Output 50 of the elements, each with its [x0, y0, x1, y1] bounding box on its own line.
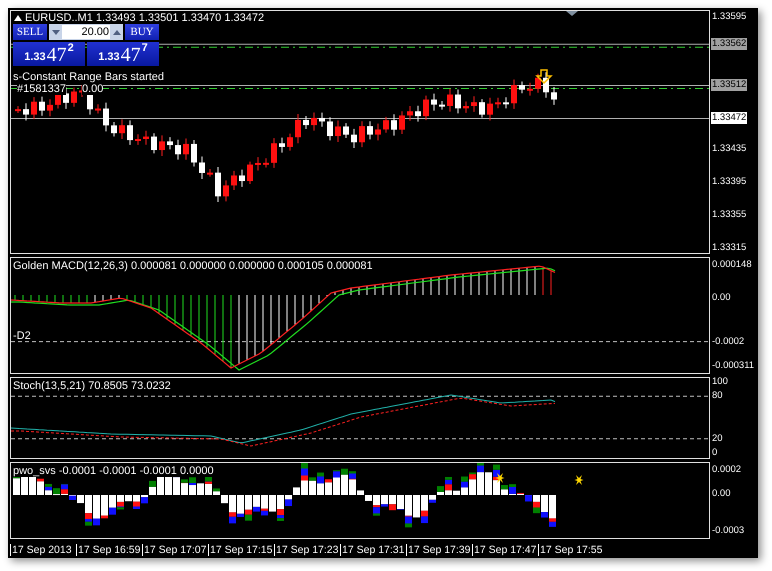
price-pips: 47 [120, 44, 141, 66]
price-prefix: 1.33 [98, 51, 120, 63]
axis-label: 0 [711, 447, 718, 459]
axis-label: -0.0003 [711, 525, 746, 537]
price-fraction: 2 [68, 42, 74, 54]
triangle-marker-icon [566, 11, 578, 16]
order-lots: 0.00 [82, 83, 104, 95]
axis-label: 0.0002 [711, 464, 742, 476]
axis-label: 0.000148 [711, 259, 753, 271]
price-fraction: 7 [142, 42, 148, 54]
time-axis-label: 17 Sep 17:47 [472, 544, 536, 556]
time-axis-label: 17 Sep 17:31 [340, 544, 404, 556]
price-axis-label: 1.33512 [711, 79, 748, 92]
lots-field[interactable]: 20.00 [62, 25, 110, 39]
price-axis-label: 1.33562 [711, 38, 748, 50]
price-axis-label: 1.33395 [711, 176, 748, 188]
arrow-down-icon [535, 69, 553, 84]
indicator-title: pwo_svs -0.0001 -0.0001 -0.0001 0.0000 [13, 465, 216, 477]
level-label: -D2 [13, 330, 31, 342]
axis-label: -0.0002 [711, 336, 746, 348]
time-axis-label: 17 Sep 17:39 [406, 544, 470, 556]
order-ticket: #1581337 [17, 83, 66, 95]
time-axis-label: 17 Sep 17:07 [142, 544, 206, 556]
axis-label: 80 [711, 390, 724, 402]
axis-label: 0.00 [711, 292, 732, 304]
caret-down-icon [52, 30, 60, 34]
axis-label: 0.00 [711, 488, 732, 500]
time-axis-label: 17 Sep 17:15 [208, 544, 272, 556]
price-axis-label: 1.33355 [711, 209, 748, 221]
caret-up-icon [112, 30, 120, 34]
axis-label: 100 [711, 376, 729, 388]
triangle-up-icon [14, 15, 22, 21]
price-pips: 47 [46, 44, 67, 66]
price-axis-label: 1.33315 [711, 242, 748, 254]
price-prefix: 1.33 [24, 51, 46, 63]
indicator-title: Stoch(13,5,21) 70.8505 73.0232 [13, 380, 173, 392]
status-message: s-Constant Range Bars started [13, 71, 164, 83]
chart-title: EURUSD..M1 1.33493 1.33501 1.33470 1.33472 [25, 12, 264, 24]
price-axis-label: 1.33595 [711, 11, 748, 23]
axis-label: -0.000311 [711, 360, 756, 372]
price-axis-label: 1.33472 [711, 112, 748, 124]
time-axis-label: 17 Sep 2013 [10, 544, 74, 556]
time-axis-label: 17 Sep 17:55 [538, 544, 602, 556]
sell-button[interactable]: SELL [13, 24, 47, 40]
price-axis-label: 1.33435 [711, 143, 748, 155]
time-axis-label: 17 Sep 17:23 [274, 544, 338, 556]
buy-button[interactable]: BUY [125, 24, 159, 40]
indicator-title: Golden MACD(12,26,3) 0.000081 0.000000 0.000000 0.000105 0.000081 [13, 260, 375, 272]
axis-label: 20 [711, 432, 724, 445]
time-axis-label: 17 Sep 16:59 [76, 544, 140, 556]
